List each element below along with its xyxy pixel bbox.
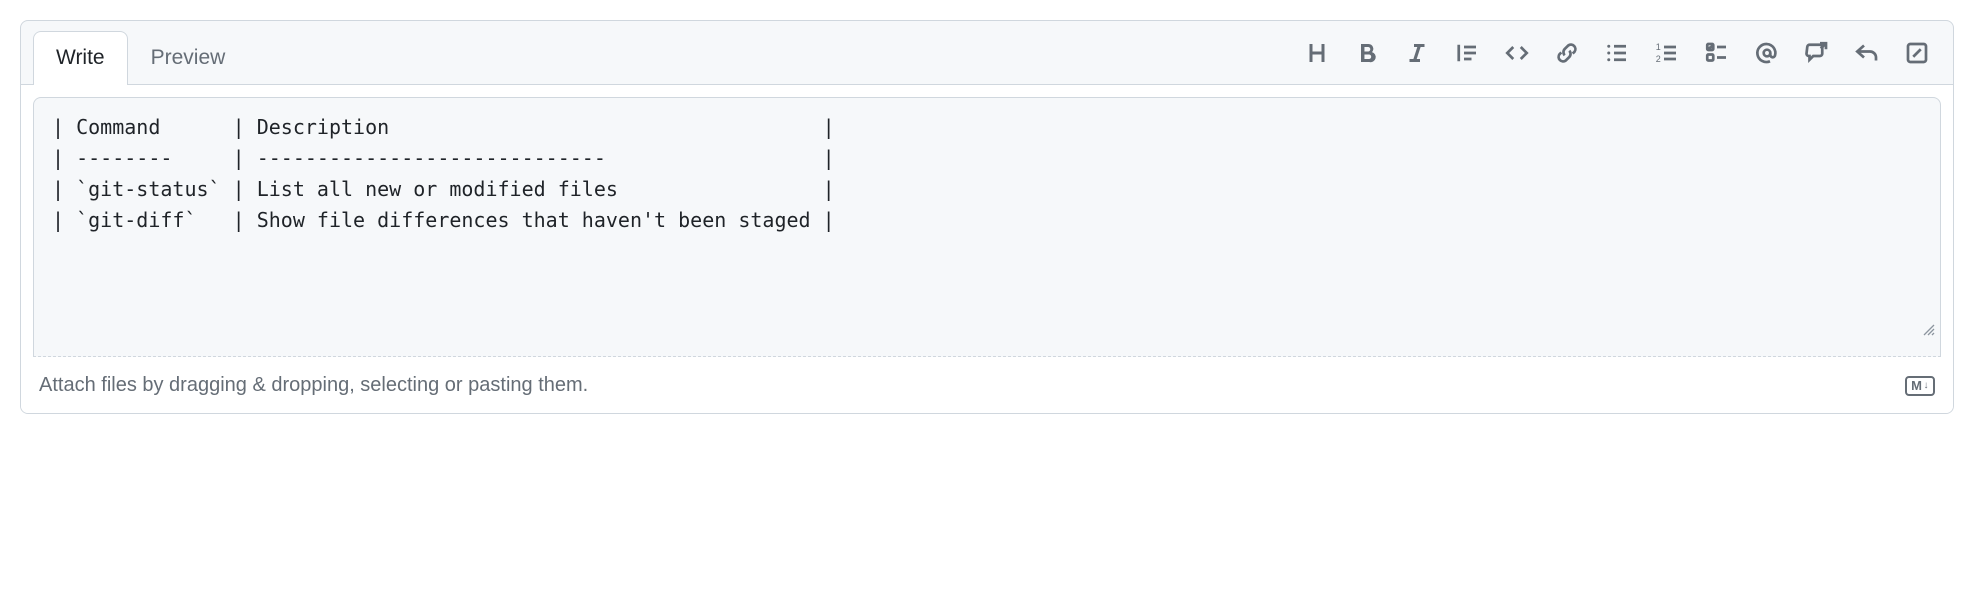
svg-text:2: 2 — [1656, 54, 1661, 64]
quote-icon[interactable] — [1453, 39, 1481, 67]
tab-bar: Write Preview — [21, 21, 1953, 84]
markdown-supported-icon[interactable]: M↓ — [1905, 376, 1935, 396]
mention-icon[interactable] — [1753, 39, 1781, 67]
editor-body: Attach files by dragging & dropping, sel… — [21, 84, 1953, 413]
tasklist-icon[interactable] — [1703, 39, 1731, 67]
italic-icon[interactable] — [1403, 39, 1431, 67]
reply-icon[interactable] — [1853, 39, 1881, 67]
unordered-list-icon[interactable] — [1603, 39, 1631, 67]
cross-reference-icon[interactable] — [1803, 39, 1831, 67]
tab-preview[interactable]: Preview — [128, 31, 249, 84]
attach-hint-text: Attach files by dragging & dropping, sel… — [39, 374, 588, 397]
ordered-list-icon[interactable]: 12 — [1653, 39, 1681, 67]
toolbar: 12 — [1303, 39, 1941, 67]
link-icon[interactable] — [1553, 39, 1581, 67]
comment-editor: Write Preview — [20, 20, 1954, 414]
tabs: Write Preview — [33, 21, 248, 84]
code-icon[interactable] — [1503, 39, 1531, 67]
svg-text:1: 1 — [1656, 42, 1661, 52]
fullscreen-icon[interactable] — [1903, 39, 1931, 67]
attach-bar[interactable]: Attach files by dragging & dropping, sel… — [33, 362, 1941, 401]
bold-icon[interactable] — [1353, 39, 1381, 67]
comment-textarea[interactable] — [33, 97, 1941, 357]
tab-write[interactable]: Write — [33, 31, 128, 85]
heading-icon[interactable] — [1303, 39, 1331, 67]
